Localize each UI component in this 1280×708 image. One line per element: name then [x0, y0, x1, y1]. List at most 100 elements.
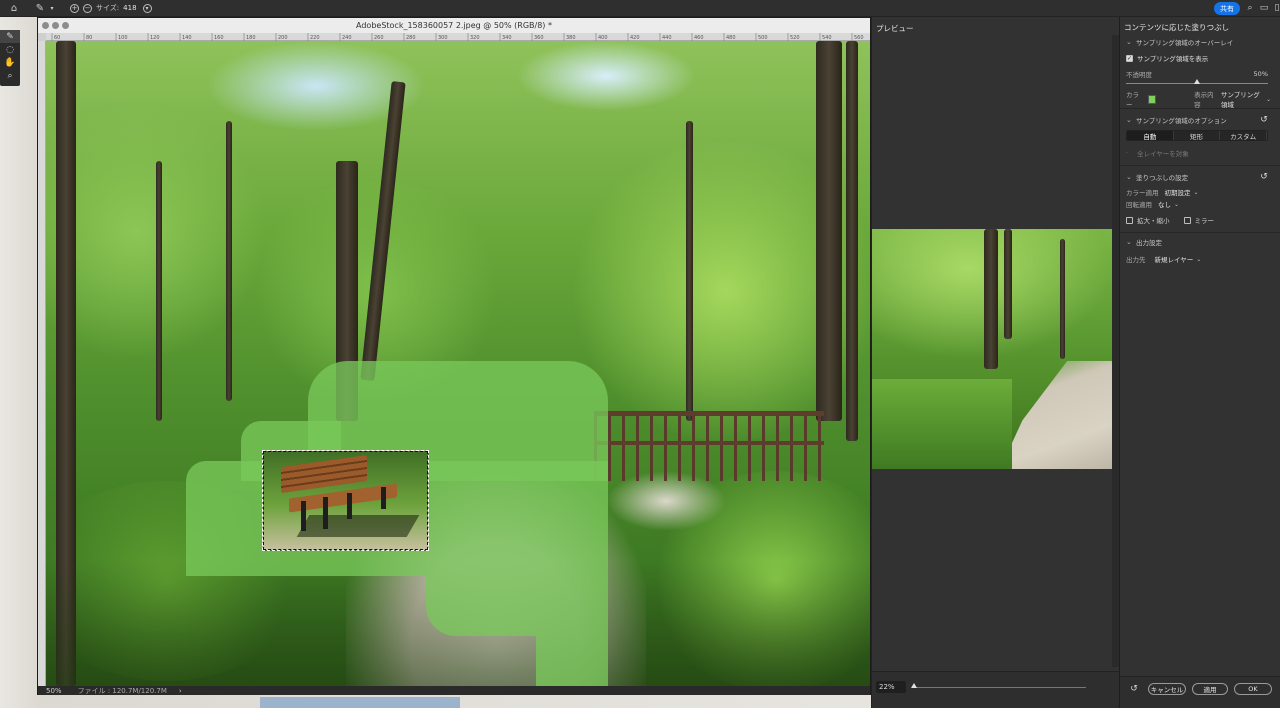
sampling-mode-rectangle[interactable]: 矩形: [1173, 131, 1221, 140]
document-status-bar: 50% ファイル : 120.7M/120.7M ›: [38, 686, 870, 695]
preview-zoom-thumb[interactable]: [911, 683, 917, 688]
cancel-button[interactable]: キャンセル: [1148, 683, 1186, 695]
home-icon[interactable]: ⌂: [6, 0, 22, 16]
options-bar: ⌂ ✎ ▾ + − サイズ: 418 ▾: [0, 0, 1280, 17]
document-window: AdobeStock_158360057 2.jpeg @ 50% (RGB/8…: [37, 17, 871, 695]
color-adapt-row: カラー適用 初期設定 ⌄: [1126, 187, 1202, 198]
tree-trunk: [686, 121, 693, 421]
section-output-settings[interactable]: ⌄ 出力設定: [1126, 236, 1162, 248]
tree-trunk: [1004, 229, 1012, 339]
rotation-adapt-dropdown[interactable]: なし ⌄: [1155, 199, 1182, 210]
opacity-label: 不透明度: [1126, 71, 1152, 79]
bench-leg: [323, 497, 328, 529]
output-to-label: 出力先: [1126, 256, 1146, 264]
chevron-down-icon: ⌄: [1193, 188, 1199, 196]
workspace-icon[interactable]: ▭: [1257, 1, 1271, 15]
sampling-mode-segmented-control: 自動 矩形 カスタム: [1126, 130, 1268, 141]
scale-mirror-row: 拡大・縮小 ミラー: [1126, 215, 1214, 225]
chevron-down-icon[interactable]: ▾: [48, 0, 56, 16]
section-heading: サンプリング領域のオプション: [1136, 117, 1227, 125]
sampling-area-overlay: [536, 636, 608, 686]
scale-label: 拡大・縮小: [1137, 217, 1170, 225]
panel-action-bar: ↺ キャンセル 適用 OK: [1120, 676, 1280, 708]
apply-button[interactable]: 適用: [1192, 683, 1228, 695]
zoom-icon[interactable]: ⌕: [0, 69, 20, 82]
fill-preview-image[interactable]: [872, 229, 1112, 469]
tree-trunk: [984, 229, 998, 369]
sampling-mode-custom[interactable]: カスタム: [1220, 131, 1267, 140]
content-aware-fill-panel: コンテンツに応じた塗りつぶし ⌄ サンプリング領域のオーバーレイ ✓ サンプリン…: [1119, 17, 1280, 708]
selection-marquee[interactable]: [262, 450, 429, 551]
section-heading: サンプリング領域のオーバーレイ: [1136, 39, 1234, 47]
tree-trunk: [1060, 239, 1065, 359]
overlay-color-row: カラー 表示内容 サンプリング領域 ⌄: [1126, 89, 1274, 109]
zoom-window-button[interactable]: [62, 22, 69, 29]
panel-layout-icon[interactable]: ▯: [1270, 1, 1280, 15]
color-adapt-dropdown[interactable]: 初期設定 ⌄: [1162, 187, 1202, 198]
reset-sampling-icon[interactable]: ↺: [1258, 114, 1270, 126]
document-titlebar: AdobeStock_158360057 2.jpeg @ 50% (RGB/8…: [38, 18, 870, 33]
brush-icon[interactable]: ✎: [0, 30, 20, 43]
section-sampling-options[interactable]: ⌄ サンプリング領域のオプション: [1126, 114, 1227, 126]
close-window-button[interactable]: [42, 22, 49, 29]
mirror-checkbox[interactable]: [1183, 216, 1191, 224]
output-to-dropdown[interactable]: 新規レイヤー ⌄: [1152, 254, 1205, 265]
opacity-row: 不透明度 50%: [1126, 69, 1268, 79]
divider: [1120, 108, 1280, 109]
brush-tool-preset-icon[interactable]: ✎: [32, 0, 48, 16]
tree-trunk: [226, 121, 232, 401]
image-canvas[interactable]: [46, 41, 870, 686]
grass: [872, 379, 1012, 469]
add-brush-mode-icon[interactable]: +: [70, 3, 79, 13]
rotation-adapt-row: 回転適用 なし ⌄: [1126, 199, 1182, 210]
show-sampling-area-checkbox[interactable]: ✓: [1126, 54, 1133, 62]
brush-size-value[interactable]: 418: [123, 4, 136, 12]
reset-all-icon[interactable]: ↺: [1128, 683, 1140, 695]
tool-panel: ✎ ◌ ✋ ⌕: [0, 30, 20, 86]
display-dropdown-value: サンプリング領域: [1220, 91, 1260, 109]
tree-trunk: [156, 161, 162, 421]
preview-zoom-slider[interactable]: [914, 687, 1086, 688]
display-label: 表示内容: [1194, 91, 1214, 109]
lasso-icon[interactable]: ◌: [0, 43, 20, 56]
share-button[interactable]: 共有: [1214, 2, 1240, 15]
opacity-slider-thumb[interactable]: [1194, 79, 1200, 84]
divider: [1120, 165, 1280, 166]
hand-icon[interactable]: ✋: [0, 56, 20, 69]
brush-size-dropdown-icon[interactable]: ▾: [142, 3, 152, 13]
desktop-window-edge: [260, 697, 460, 708]
reset-fill-icon[interactable]: ↺: [1258, 171, 1270, 183]
output-to-row: 出力先 新規レイヤー ⌄: [1126, 254, 1205, 265]
preview-zoom-field[interactable]: 22%: [876, 681, 906, 693]
preview-zoom-bar: 22%: [872, 671, 1120, 708]
status-menu-chevron[interactable]: ›: [179, 687, 182, 695]
sampling-mode-auto[interactable]: 自動: [1127, 131, 1174, 140]
document-zoom-level[interactable]: 50%: [46, 687, 62, 695]
section-sampling-overlay[interactable]: ⌄ サンプリング領域のオーバーレイ: [1126, 36, 1233, 48]
opacity-value[interactable]: 50%: [1254, 70, 1268, 78]
search-icon[interactable]: ⌕: [1243, 1, 1257, 15]
ruler-vertical: [38, 41, 46, 686]
tab-preview[interactable]: プレビュー: [872, 21, 918, 35]
bench-leg: [381, 487, 386, 509]
panel-title: コンテンツに応じた塗りつぶし: [1124, 23, 1230, 32]
show-sampling-area-row[interactable]: ✓ サンプリング領域を表示: [1126, 53, 1208, 63]
sampling-area-overlay: [426, 576, 608, 636]
section-fill-settings[interactable]: ⌄ 塗りつぶしの設定: [1126, 171, 1188, 183]
subtract-brush-mode-icon[interactable]: −: [83, 3, 92, 13]
chevron-down-icon: ⌄: [1174, 200, 1180, 208]
color-adapt-value: 初期設定: [1164, 189, 1191, 197]
overlay-color-swatch[interactable]: [1148, 94, 1157, 104]
ok-button[interactable]: OK: [1234, 683, 1272, 695]
display-dropdown[interactable]: サンプリング領域 ⌄: [1218, 91, 1274, 109]
ruler-ticks: 60 80 100 120 140 160 180 200 220 240 260 280 300 320…: [51, 33, 864, 41]
minimize-window-button[interactable]: [52, 22, 59, 29]
disabled-check-icon: ·: [1126, 149, 1128, 157]
scale-checkbox[interactable]: [1126, 216, 1133, 224]
wooden-bridge: [594, 411, 824, 481]
section-heading: 塗りつぶしの設定: [1136, 174, 1189, 182]
chevron-down-icon: ⌄: [1196, 255, 1202, 263]
brush-size-label: サイズ:: [96, 4, 120, 12]
chevron-down-icon: ⌄: [1126, 38, 1132, 46]
ruler-horizontal: 60 80 100 120 140 160 180 200 220 240 260 280 300 320…: [46, 33, 870, 41]
